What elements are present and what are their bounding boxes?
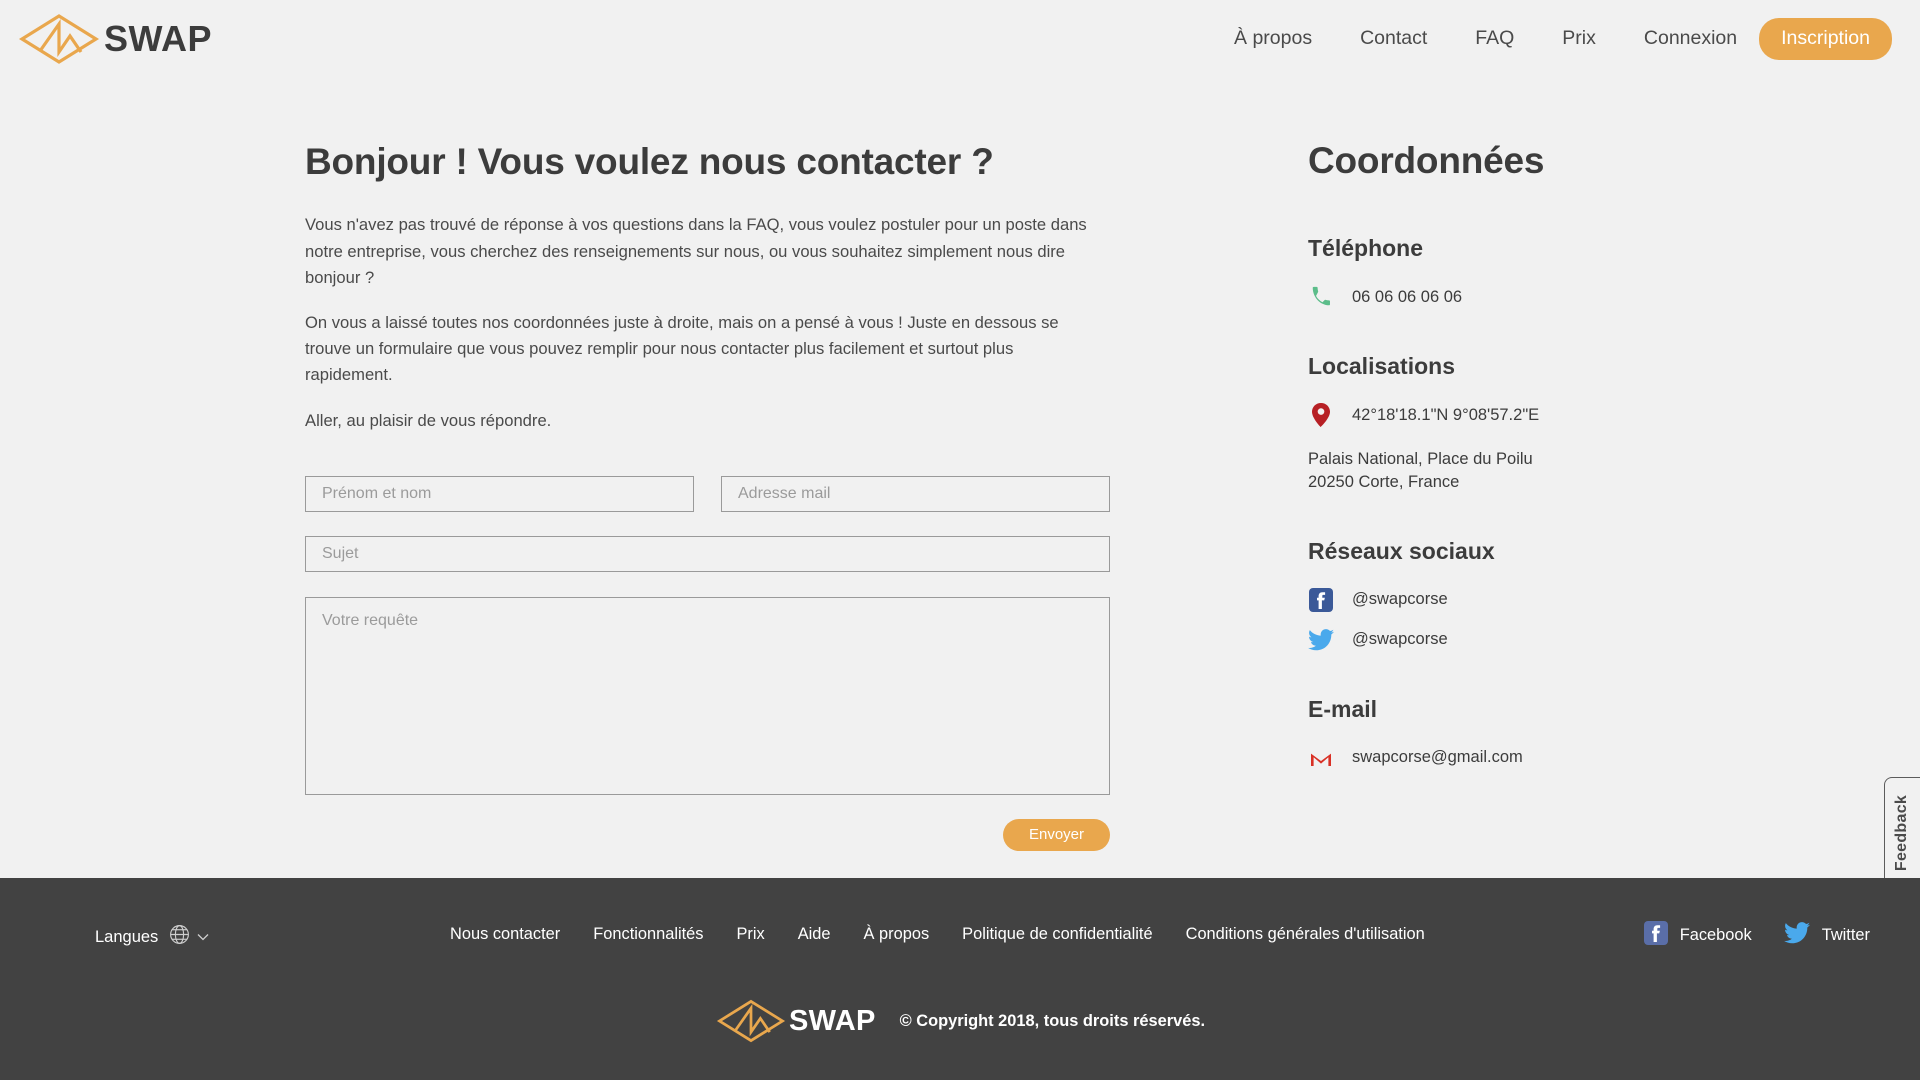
site-footer: Langues Nous contacter Fonctionnalités P… [0, 878, 1920, 1080]
nav-item-contact[interactable]: Contact [1360, 21, 1427, 56]
email-heading: E-mail [1308, 695, 1378, 722]
twitter-row[interactable]: @swapcorse [1308, 627, 1728, 653]
footer-brand-name: SWAP [789, 1004, 876, 1037]
intro-paragraph-1: Vous n'avez pas trouvé de réponse à vos … [305, 215, 1087, 287]
address-line-2: 20250 Corte, France [1308, 473, 1460, 492]
chevron-down-icon [197, 928, 209, 946]
phone-block: Téléphone 06 06 06 06 06 [1308, 235, 1728, 310]
footer-link-nous-contacter[interactable]: Nous contacter [450, 925, 560, 944]
main-nav: À propos Contact FAQ Prix Connexion Insc… [1234, 17, 1892, 60]
footer-bottom: SWAP © Copyright 2018, tous droits réser… [0, 998, 1920, 1044]
email-row[interactable]: swapcorse@gmail.com [1308, 745, 1728, 771]
footer-link-prix[interactable]: Prix [737, 925, 765, 944]
facebook-row[interactable]: @swapcorse [1308, 587, 1728, 613]
send-button[interactable]: Envoyer [1002, 818, 1110, 851]
footer-social: Facebook Twitter [1612, 921, 1870, 950]
location-block: Localisations 42°18'18.1"N 9°08'57.2"E P… [1308, 353, 1728, 495]
nav-item-faq[interactable]: FAQ [1475, 21, 1514, 56]
footer-twitter-label: Twitter [1821, 926, 1870, 944]
contact-details-column: Coordonnées Téléphone 06 06 06 06 06 Loc… [1308, 140, 1728, 814]
language-selector[interactable]: Langues [95, 924, 209, 950]
footer-top: Langues Nous contacter Fonctionnalités P… [0, 878, 1920, 998]
phone-heading: Téléphone [1308, 235, 1424, 261]
submit-row: Envoyer [305, 818, 1110, 851]
swap-diamond-logo-icon [715, 998, 787, 1044]
footer-link-aide[interactable]: Aide [798, 925, 831, 944]
contact-form-column: Bonjour ! Vous voulez nous contacter ? V… [305, 140, 1110, 851]
email-block: E-mail swapcorse@gmail.com [1308, 696, 1728, 771]
footer-link-a-propos[interactable]: À propos [864, 925, 930, 944]
intro-paragraph-3: Aller, au plaisir de vous répondre. [305, 410, 552, 430]
brand-name: SWAP [104, 17, 213, 59]
nav-item-a-propos[interactable]: À propos [1234, 21, 1312, 56]
address-line-1: Palais National, Place du Poilu [1308, 450, 1533, 468]
subject-input[interactable] [305, 535, 1110, 572]
nav-item-prix[interactable]: Prix [1562, 21, 1596, 56]
address: Palais National, Place du Poilu 20250 Co… [1308, 448, 1728, 495]
footer-brand[interactable]: SWAP [715, 998, 876, 1044]
coordinates-row[interactable]: 42°18'18.1"N 9°08'57.2"E [1308, 402, 1728, 428]
facebook-handle: @swapcorse [1352, 590, 1448, 609]
contact-form: Envoyer [305, 475, 1110, 851]
twitter-icon [1308, 627, 1334, 653]
page-title: Bonjour ! Vous voulez nous contacter ? [305, 141, 994, 182]
intro-paragraph-2: On vous a laissé toutes nos coordonnées … [305, 313, 1059, 385]
nav-item-connexion[interactable]: Connexion [1644, 21, 1737, 56]
footer-link-fonctionnalites[interactable]: Fonctionnalités [593, 925, 703, 944]
location-heading: Localisations [1308, 353, 1455, 379]
swap-diamond-logo-icon [18, 12, 100, 66]
social-block: Réseaux sociaux @swapcorse @swapcorse [1308, 538, 1728, 653]
social-heading: Réseaux sociaux [1308, 537, 1495, 564]
twitter-icon [1783, 922, 1810, 949]
email-input[interactable] [721, 475, 1110, 512]
phone-number: 06 06 06 06 06 [1352, 287, 1463, 306]
phone-row[interactable]: 06 06 06 06 06 [1308, 284, 1728, 310]
map-pin-icon [1308, 402, 1334, 428]
contact-page: SWAP À propos Contact FAQ Prix Connexion… [0, 0, 1920, 1080]
language-selector-label: Langues [95, 927, 159, 946]
phone-icon [1308, 284, 1334, 310]
contact-details-title: Coordonnées [1308, 140, 1545, 181]
footer-link-politique-confidentialite[interactable]: Politique de confidentialité [962, 925, 1152, 944]
copyright-text: © Copyright 2018, tous droits réservés. [899, 1011, 1205, 1030]
footer-facebook-label: Facebook [1679, 926, 1752, 944]
gmail-icon [1308, 745, 1334, 771]
footer-twitter-link[interactable]: Twitter [1783, 922, 1870, 949]
form-row-name-email [305, 475, 1110, 512]
facebook-icon [1308, 587, 1334, 613]
name-input[interactable] [305, 475, 694, 512]
feedback-tab[interactable]: Feedback [1884, 777, 1920, 889]
email-value: swapcorse@gmail.com [1352, 748, 1523, 767]
brand-logo[interactable]: SWAP [18, 12, 212, 66]
signup-button[interactable]: Inscription [1759, 17, 1892, 60]
globe-icon [169, 924, 190, 950]
site-header: SWAP À propos Contact FAQ Prix Connexion… [0, 0, 1920, 77]
message-textarea[interactable] [305, 596, 1110, 795]
footer-facebook-link[interactable]: Facebook [1643, 921, 1752, 950]
facebook-icon [1643, 921, 1668, 950]
feedback-label: Feedback [1893, 794, 1911, 872]
coordinates-value: 42°18'18.1"N 9°08'57.2"E [1352, 405, 1540, 424]
footer-link-conditions-generales[interactable]: Conditions générales d'utilisation [1186, 925, 1425, 944]
twitter-handle: @swapcorse [1352, 630, 1448, 649]
footer-links: Nous contacter Fonctionnalités Prix Aide… [450, 925, 1458, 944]
